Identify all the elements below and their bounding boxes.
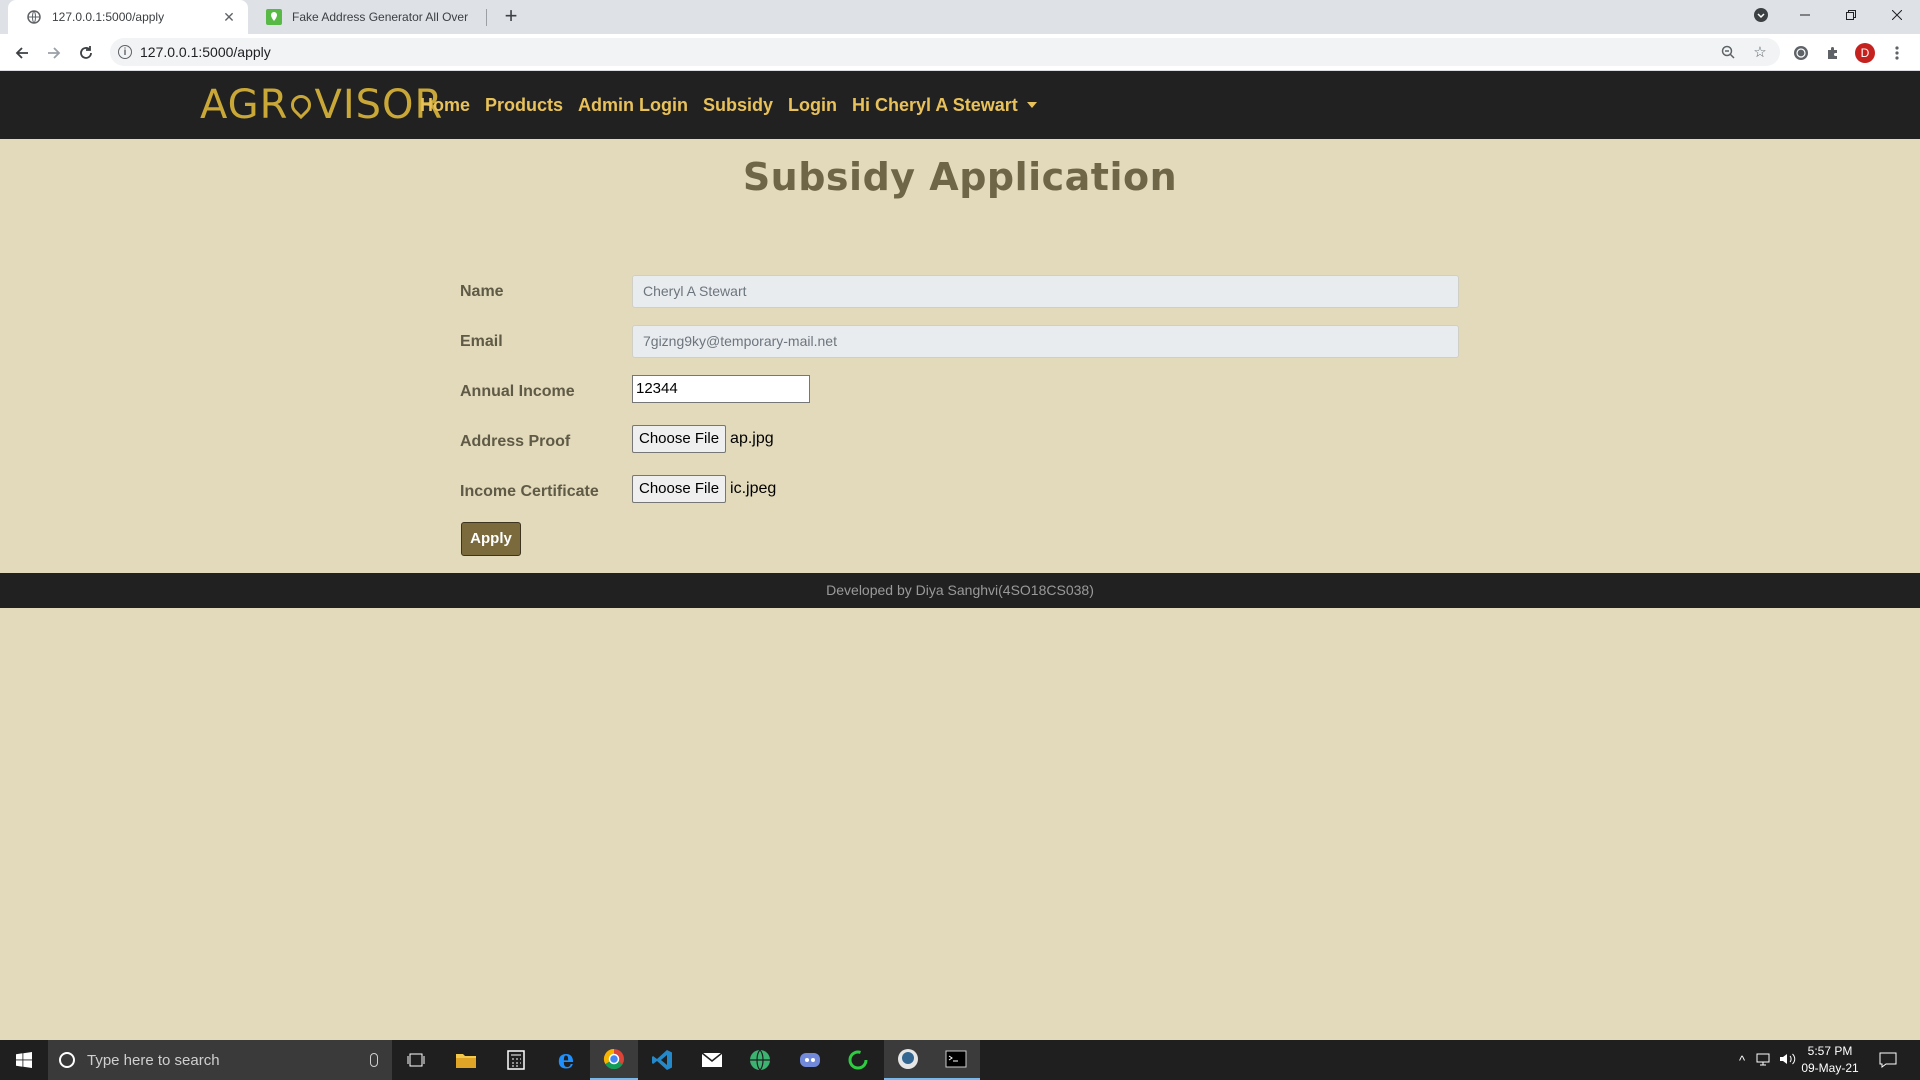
site-navbar: AGR VISOR Home Products Admin Login Subs… xyxy=(0,71,1920,139)
agrovisor-logo[interactable]: AGR VISOR xyxy=(200,82,443,128)
url-text: 127.0.0.1:5000/apply xyxy=(140,44,271,60)
tab-search-icon[interactable] xyxy=(1738,0,1784,30)
extensions-puzzle-icon[interactable] xyxy=(1820,40,1846,66)
loading-ring-icon[interactable] xyxy=(834,1040,882,1080)
address-bar[interactable]: i 127.0.0.1:5000/apply ☆ xyxy=(110,38,1780,66)
income-certificate-label: Income Certificate xyxy=(460,483,599,500)
address-proof-upload: Choose File ap.jpg xyxy=(632,425,774,453)
tab-separator xyxy=(486,9,487,26)
user-greeting: Hi Cheryl A Stewart xyxy=(852,94,1018,115)
system-tray: ^ xyxy=(1732,1040,1800,1080)
discord-icon[interactable] xyxy=(786,1040,834,1080)
taskbar-search-placeholder: Type here to search xyxy=(87,1051,220,1069)
pgadmin-elephant-icon[interactable] xyxy=(884,1040,932,1080)
network-icon[interactable] xyxy=(1752,1052,1776,1069)
tab-fake-address[interactable]: Fake Address Generator All Over xyxy=(248,0,484,34)
nav-subsidy[interactable]: Subsidy xyxy=(703,95,773,116)
dropdown-caret-icon xyxy=(1026,101,1037,108)
new-tab-button[interactable]: + xyxy=(498,4,524,30)
location-pin-icon xyxy=(266,9,282,25)
nav-user-dropdown[interactable]: Hi Cheryl A Stewart xyxy=(852,95,1037,116)
bookmark-star-icon[interactable]: ☆ xyxy=(1746,38,1774,66)
profile-avatar[interactable]: D xyxy=(1852,40,1878,66)
logo-pin-icon xyxy=(287,90,316,120)
mail-icon[interactable] xyxy=(688,1040,736,1080)
nav-login[interactable]: Login xyxy=(788,95,837,116)
notification-center-icon[interactable] xyxy=(1864,1040,1912,1080)
close-window-button[interactable] xyxy=(1874,0,1920,30)
address-proof-choose-file-button[interactable]: Choose File xyxy=(632,425,727,453)
site-info-icon[interactable]: i xyxy=(118,45,132,59)
email-field[interactable]: 7gizng9ky@temporary-mail.net xyxy=(632,325,1459,358)
microphone-icon[interactable] xyxy=(370,1053,378,1067)
globe-icon xyxy=(26,9,42,25)
nav-home[interactable]: Home xyxy=(420,95,470,116)
annual-income-field[interactable]: 12344 xyxy=(632,375,810,403)
task-view-icon[interactable] xyxy=(392,1040,440,1080)
page-title: Subsidy Application xyxy=(742,155,1178,199)
address-proof-filename: ap.jpg xyxy=(730,430,774,447)
reload-button[interactable] xyxy=(72,40,100,66)
site-footer: Developed by Diya Sanghvi(4SO18CS038) xyxy=(0,573,1920,608)
tab-apply[interactable]: 127.0.0.1:5000/apply ✕ xyxy=(8,0,248,34)
tab-title: 127.0.0.1:5000/apply xyxy=(52,10,165,24)
apply-button[interactable]: Apply xyxy=(461,522,521,556)
system-clock[interactable]: 5:57 PM 09-May-21 xyxy=(1796,1043,1864,1077)
income-certificate-choose-file-button[interactable]: Choose File xyxy=(632,475,727,503)
browser-toolbar: i 127.0.0.1:5000/apply ☆ D xyxy=(0,34,1920,71)
back-button[interactable] xyxy=(8,40,36,66)
minimize-button[interactable] xyxy=(1782,0,1828,30)
windows-taskbar: Type here to search e ^ 5:57 PM 09-May-2… xyxy=(0,1040,1920,1080)
forward-button[interactable] xyxy=(40,40,68,66)
show-hidden-icons-chevron-icon[interactable]: ^ xyxy=(1732,1053,1752,1068)
name-label: Name xyxy=(460,283,504,300)
restore-button[interactable] xyxy=(1828,0,1874,30)
address-proof-label: Address Proof xyxy=(460,433,571,450)
profile-initial: D xyxy=(1855,43,1875,63)
income-certificate-filename: ic.jpeg xyxy=(730,480,777,497)
annual-income-label: Annual Income xyxy=(460,383,575,400)
nav-products[interactable]: Products xyxy=(485,95,563,116)
logo-text-left: AGR xyxy=(200,82,289,128)
close-tab-icon[interactable]: ✕ xyxy=(220,9,238,26)
browser-tab-bar: 127.0.0.1:5000/apply ✕ Fake Address Gene… xyxy=(0,0,1920,34)
tab-title: Fake Address Generator All Over xyxy=(292,10,469,24)
calculator-icon[interactable] xyxy=(492,1040,540,1080)
clock-time: 5:57 PM xyxy=(1807,1044,1853,1058)
clock-date: 09-May-21 xyxy=(1801,1061,1859,1075)
start-button[interactable] xyxy=(0,1040,48,1080)
cortana-icon xyxy=(59,1052,75,1068)
extension-globe-icon[interactable] xyxy=(1788,40,1814,66)
email-label: Email xyxy=(460,333,503,350)
income-certificate-upload: Choose File ic.jpeg xyxy=(632,475,776,503)
nav-admin-login[interactable]: Admin Login xyxy=(578,95,688,116)
edge-browser-icon[interactable]: e xyxy=(542,1040,590,1080)
browser-app-icon[interactable] xyxy=(736,1040,784,1080)
vscode-icon[interactable] xyxy=(638,1040,686,1080)
file-explorer-icon[interactable] xyxy=(442,1040,490,1080)
terminal-icon[interactable] xyxy=(932,1040,980,1080)
windows-logo-icon xyxy=(16,1052,32,1068)
name-field[interactable]: Cheryl A Stewart xyxy=(632,275,1459,308)
zoom-icon[interactable] xyxy=(1714,38,1742,66)
chrome-icon[interactable] xyxy=(590,1040,638,1080)
nav-links: Home Products Admin Login Subsidy Login … xyxy=(420,71,1052,139)
taskbar-search[interactable]: Type here to search xyxy=(48,1040,392,1080)
browser-menu-icon[interactable] xyxy=(1884,40,1910,66)
